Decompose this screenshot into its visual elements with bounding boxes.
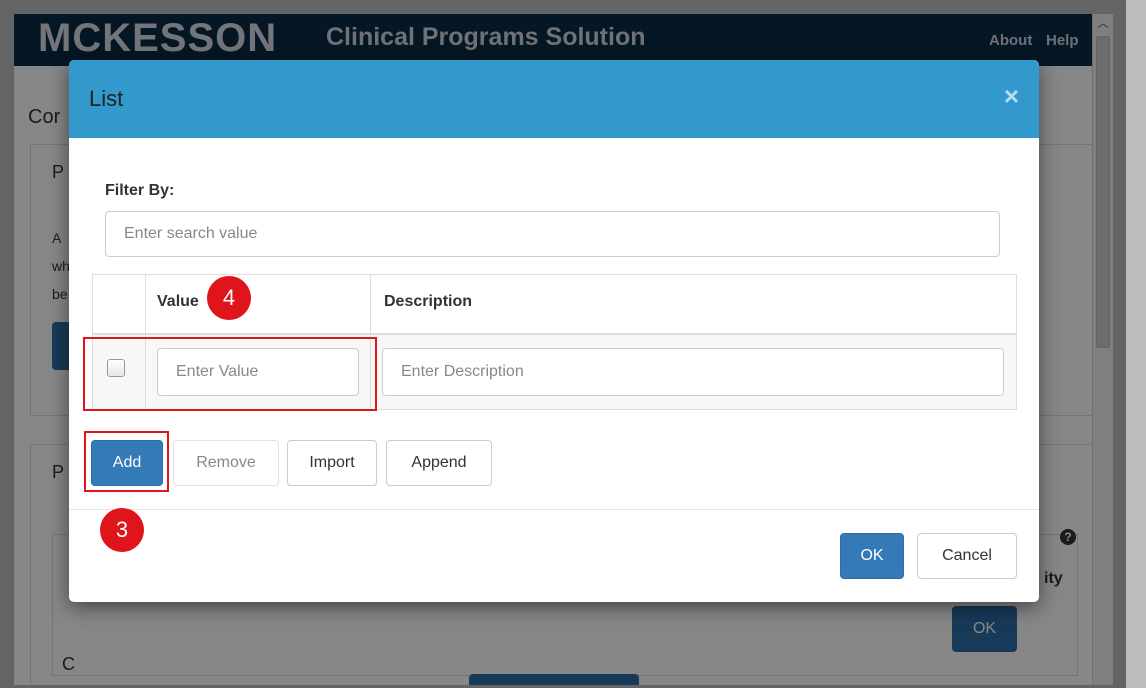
- close-icon[interactable]: ×: [1004, 81, 1019, 112]
- import-button[interactable]: Import: [287, 440, 377, 486]
- value-input[interactable]: [157, 348, 359, 396]
- value-column-header: Value: [157, 293, 199, 310]
- footer-divider: [69, 509, 1039, 510]
- step-marker-4: 4: [207, 276, 251, 320]
- description-input[interactable]: [382, 348, 1004, 396]
- cancel-button[interactable]: Cancel: [917, 533, 1017, 579]
- remove-button[interactable]: Remove: [173, 440, 279, 486]
- dialog-header: List ×: [69, 60, 1039, 138]
- row-checkbox[interactable]: [107, 359, 125, 377]
- column-divider: [370, 275, 371, 409]
- list-dialog: List × Filter By: Value Description Add …: [69, 60, 1039, 602]
- append-button[interactable]: Append: [386, 440, 492, 486]
- add-button[interactable]: Add: [91, 440, 163, 486]
- search-input[interactable]: [105, 211, 1000, 257]
- dialog-title: List: [89, 86, 124, 111]
- column-divider: [145, 275, 146, 409]
- ok-button[interactable]: OK: [840, 533, 904, 579]
- table-row: [93, 335, 1016, 409]
- description-column-header: Description: [384, 293, 473, 310]
- step-marker-3: 3: [100, 508, 144, 552]
- filter-label: Filter By:: [105, 182, 175, 199]
